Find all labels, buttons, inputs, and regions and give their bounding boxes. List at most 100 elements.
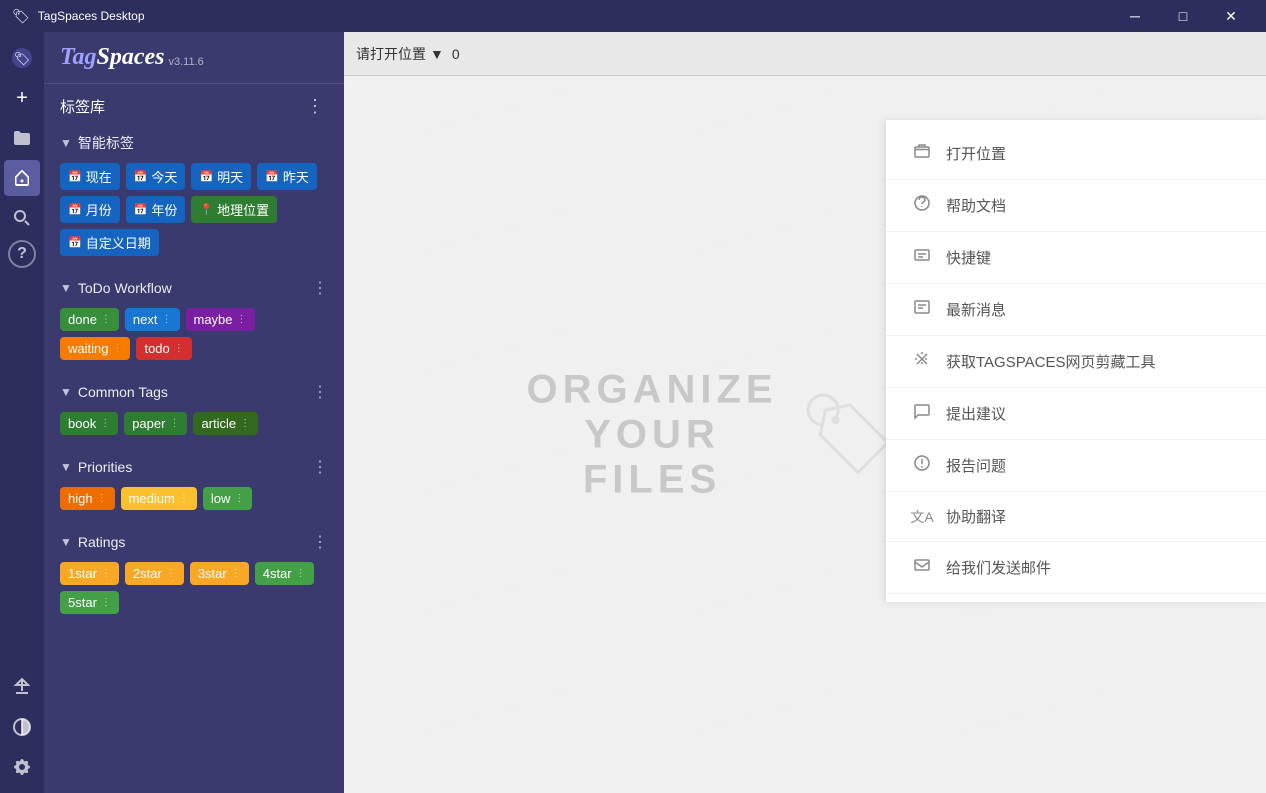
menu-web-clipper[interactable]: 获取TAGSPACES网页剪藏工具	[886, 336, 1266, 388]
center-content: ORGANIZE YOUR FILES 🏷	[526, 367, 899, 502]
menu-send-email[interactable]: 给我们发送邮件	[886, 542, 1266, 594]
contrast-button[interactable]	[4, 709, 40, 745]
tag-3star[interactable]: 3star ⋮	[190, 562, 249, 585]
tag-yesterday-label: 昨天	[283, 167, 309, 186]
todo-workflow-tags-container: done ⋮ next ⋮ maybe ⋮ waiting ⋮ todo ⋮	[52, 304, 336, 368]
tag-todo-dots: ⋮	[174, 343, 184, 354]
send-email-icon	[910, 556, 934, 579]
tags-button[interactable]	[4, 160, 40, 196]
tag-today[interactable]: 📅 今天	[126, 163, 186, 190]
tag-low[interactable]: low ⋮	[203, 487, 253, 510]
import-button[interactable]	[4, 669, 40, 705]
folder-button[interactable]	[4, 120, 40, 156]
common-tags-header[interactable]: ▼ Common Tags ⋮	[52, 376, 336, 408]
titlebar: 🏷 TagSpaces Desktop ─ □ ✕	[0, 0, 1266, 32]
app-version: v3.11.6	[168, 56, 203, 68]
todo-workflow-more-button[interactable]: ⋮	[312, 278, 328, 298]
tag-tomorrow[interactable]: 📅 明天	[191, 163, 251, 190]
file-count: 0	[452, 46, 460, 62]
help-button[interactable]: ?	[8, 240, 36, 268]
settings-button[interactable]	[4, 749, 40, 785]
todo-workflow-title: ToDo Workflow	[78, 280, 172, 296]
tag-done[interactable]: done ⋮	[60, 308, 119, 331]
tag-maybe[interactable]: maybe ⋮	[186, 308, 255, 331]
tag-4star[interactable]: 4star ⋮	[255, 562, 314, 585]
tag-now[interactable]: 📅 现在	[60, 163, 120, 190]
maximize-button[interactable]: □	[1160, 0, 1206, 32]
tag-location[interactable]: 📍 地理位置	[191, 196, 277, 223]
tag-library-header: 标签库 ⋮	[44, 84, 344, 127]
tag-maybe-dots: ⋮	[237, 314, 247, 325]
dropdown-chevron-icon: ▼	[430, 46, 444, 62]
ratings-header[interactable]: ▼ Ratings ⋮	[52, 526, 336, 558]
organize-text: ORGANIZE YOUR FILES	[526, 367, 777, 502]
tag-custom-date[interactable]: 📅 自定义日期	[60, 229, 159, 256]
tag-article[interactable]: article ⋮	[193, 412, 258, 435]
menu-report-issue[interactable]: 报告问题	[886, 440, 1266, 492]
priorities-header[interactable]: ▼ Priorities ⋮	[52, 451, 336, 483]
tag-high[interactable]: high ⋮	[60, 487, 115, 510]
tag-tomorrow-label: 明天	[217, 167, 243, 186]
ratings-title: Ratings	[78, 534, 125, 550]
content-area: WWW.WEIDOWN.COM WWW.WEIDOWN.COM WWW.WEID…	[344, 76, 1266, 793]
menu-news[interactable]: 最新消息	[886, 284, 1266, 336]
tag-month[interactable]: 📅 月份	[60, 196, 120, 223]
open-location-button[interactable]: 请打开位置 ▼	[356, 44, 444, 64]
tag-5star[interactable]: 5star ⋮	[60, 591, 119, 614]
smart-tags-title: 智能标签	[78, 133, 134, 153]
tag-4star-label: 4star	[263, 566, 292, 581]
tag-2star[interactable]: 2star ⋮	[125, 562, 184, 585]
menu-shortcuts[interactable]: 快捷键	[886, 232, 1266, 284]
tag-book[interactable]: book ⋮	[60, 412, 118, 435]
tag-paper[interactable]: paper ⋮	[124, 412, 187, 435]
ratings-section: ▼ Ratings ⋮ 1star ⋮ 2star ⋮ 3star ⋮	[44, 526, 344, 630]
tag-yesterday[interactable]: 📅 昨天	[257, 163, 317, 190]
tag-next[interactable]: next ⋮	[125, 308, 180, 331]
tag-1star-label: 1star	[68, 566, 97, 581]
web-clipper-icon	[910, 350, 934, 373]
close-button[interactable]: ✕	[1208, 0, 1254, 32]
icon-sidebar: 🏷 + ?	[0, 32, 44, 793]
minimize-button[interactable]: ─	[1112, 0, 1158, 32]
priorities-more-button[interactable]: ⋮	[312, 457, 328, 477]
ratings-more-button[interactable]: ⋮	[312, 532, 328, 552]
report-issue-icon	[910, 454, 934, 477]
tag-2star-dots: ⋮	[166, 568, 176, 579]
menu-translate[interactable]: 文A 协助翻译	[886, 492, 1266, 542]
tag-maybe-label: maybe	[194, 312, 233, 327]
tag-waiting[interactable]: waiting ⋮	[60, 337, 130, 360]
organize-line3: FILES	[526, 457, 777, 502]
tag-high-dots: ⋮	[97, 493, 107, 504]
tag-todo[interactable]: todo ⋮	[136, 337, 191, 360]
menu-help-docs[interactable]: 帮助文档	[886, 180, 1266, 232]
common-tags-title: Common Tags	[78, 384, 168, 400]
smart-tags-header[interactable]: ▼ 智能标签	[52, 127, 336, 159]
tag-year[interactable]: 📅 年份	[126, 196, 186, 223]
smart-tags-container: 📅 现在 📅 今天 📅 明天 📅 昨天 📅 月份	[52, 159, 336, 264]
tag-year-label: 年份	[151, 200, 177, 219]
search-button[interactable]	[4, 200, 40, 236]
menu-report-issue-label: 报告问题	[946, 455, 1006, 476]
common-tags-container: book ⋮ paper ⋮ article ⋮	[52, 408, 336, 443]
common-tags-more-button[interactable]: ⋮	[312, 382, 328, 402]
shortcuts-icon	[910, 246, 934, 269]
svg-text:WWW.WEIDOWN.COM: WWW.WEIDOWN.COM	[961, 685, 1110, 739]
organize-line1: ORGANIZE	[526, 367, 777, 412]
tag-library-more-button[interactable]: ⋮	[302, 94, 328, 119]
tag-done-label: done	[68, 312, 97, 327]
menu-open-location-label: 打开位置	[946, 143, 1006, 164]
menu-feedback[interactable]: 提出建议	[886, 388, 1266, 440]
tag-high-label: high	[68, 491, 93, 506]
tag-medium[interactable]: medium ⋮	[121, 487, 197, 510]
location-label: 请打开位置	[356, 44, 426, 64]
tag-done-dots: ⋮	[101, 314, 111, 325]
smart-tags-section: ▼ 智能标签 📅 现在 📅 今天 📅 明天 📅	[44, 127, 344, 272]
feedback-icon	[910, 402, 934, 425]
tag-1star[interactable]: 1star ⋮	[60, 562, 119, 585]
tag-low-dots: ⋮	[234, 493, 244, 504]
menu-open-location[interactable]: 打开位置	[886, 128, 1266, 180]
todo-workflow-header[interactable]: ▼ ToDo Workflow ⋮	[52, 272, 336, 304]
add-button[interactable]: +	[4, 80, 40, 116]
logo-button[interactable]: 🏷	[4, 40, 40, 76]
tag-now-label: 现在	[86, 167, 112, 186]
